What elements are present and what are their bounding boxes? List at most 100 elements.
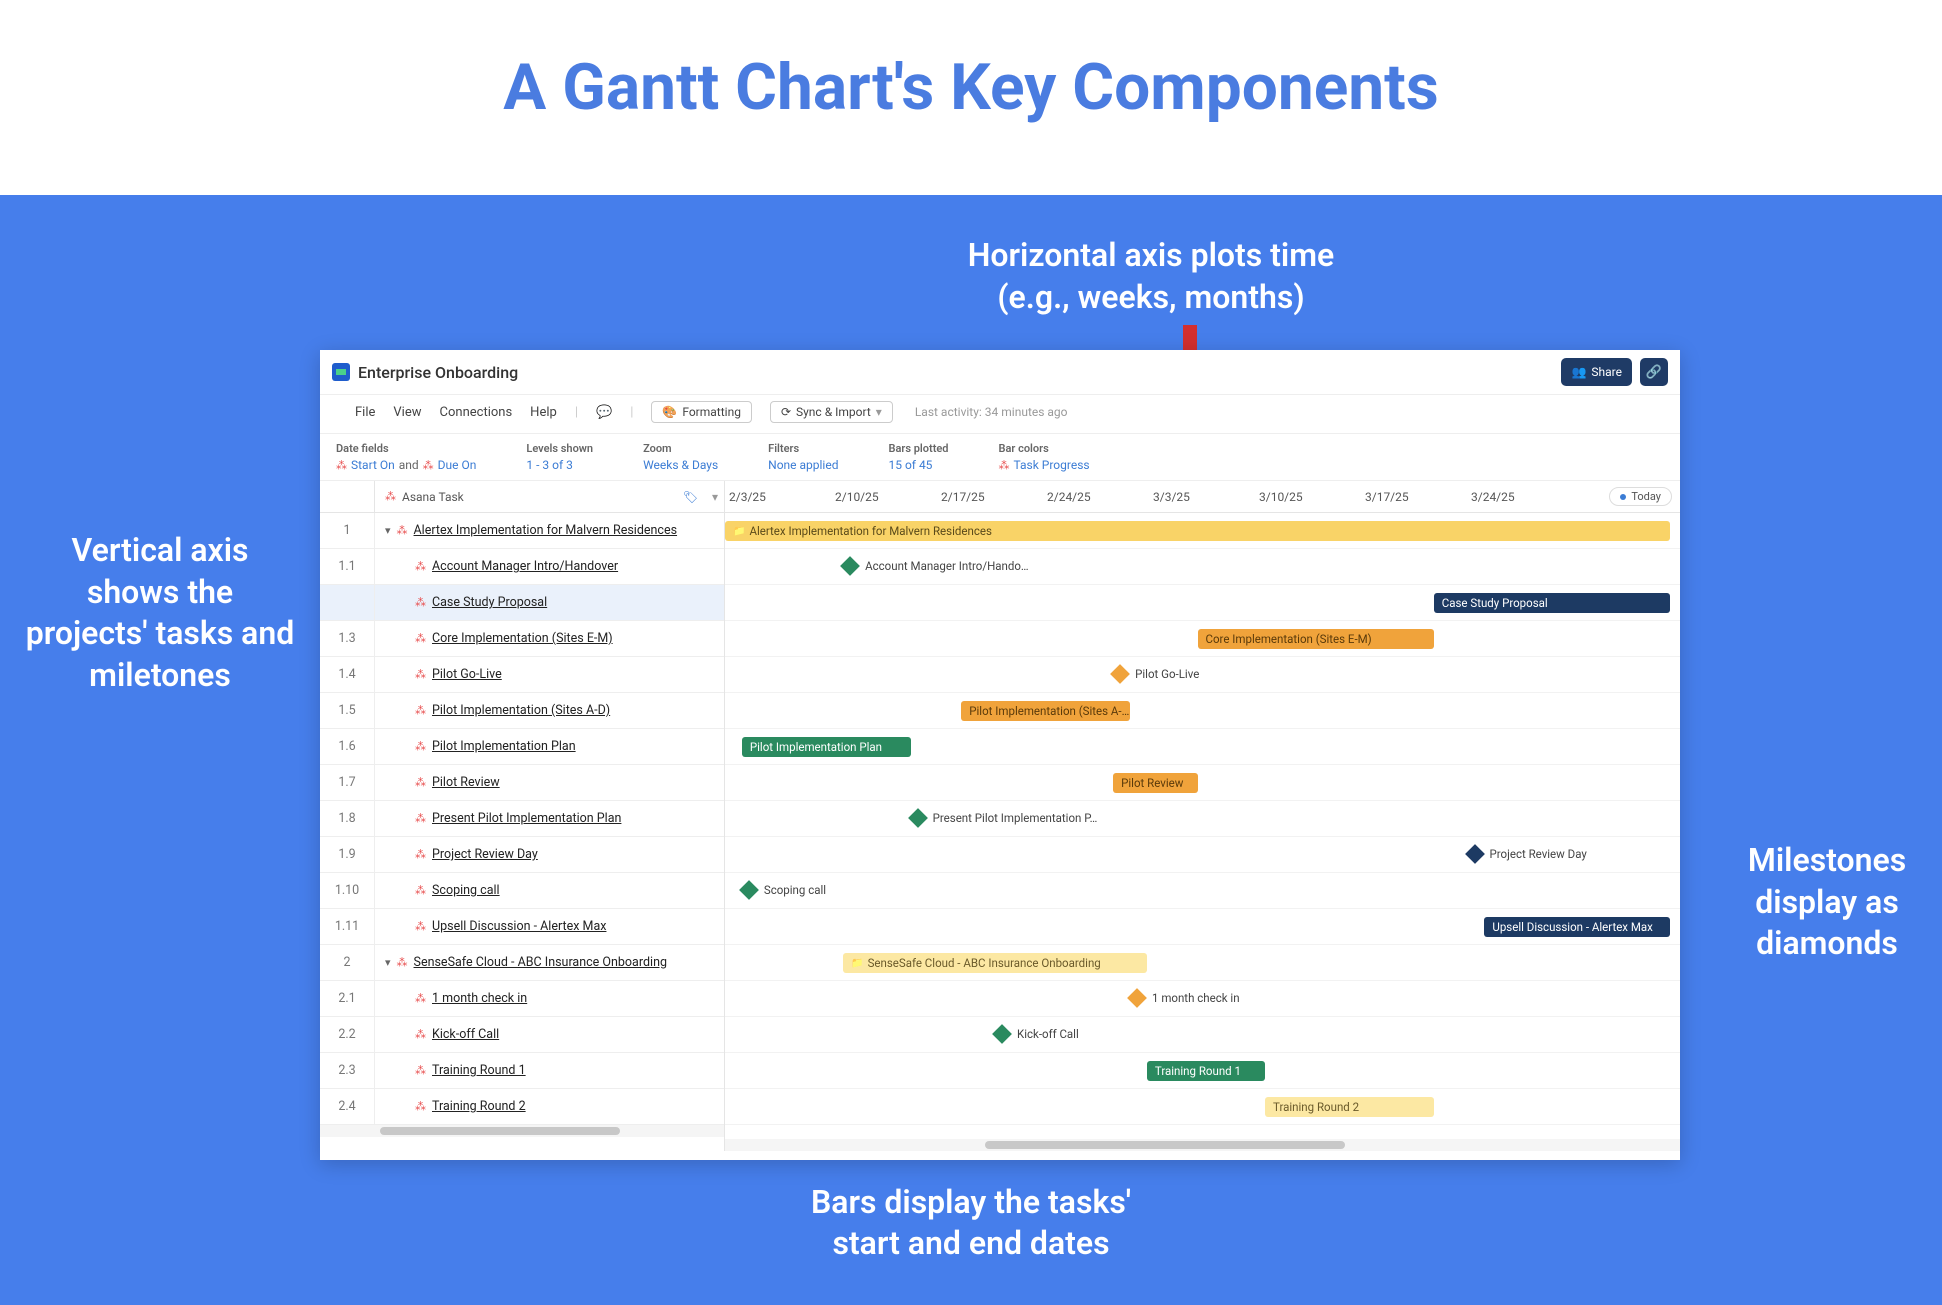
date-tick: 3/10/25 — [1255, 490, 1361, 504]
milestone-label: Project Review Day — [1490, 847, 1587, 861]
horizontal-scrollbar[interactable] — [725, 1139, 1680, 1151]
caret-icon[interactable]: ▾ — [385, 524, 391, 537]
task-list-header: ⁂ Asana Task 🏷 ▾ — [320, 481, 724, 513]
task-link[interactable]: SenseSafe Cloud - ABC Insurance Onboardi… — [414, 955, 667, 970]
task-link[interactable]: Pilot Review — [432, 775, 500, 790]
task-list-pane: ⁂ Asana Task 🏷 ▾ 1▾⁂Alertex Implementati… — [320, 481, 725, 1151]
filter-bar-colors[interactable]: Bar colors ⁂Task Progress — [999, 442, 1090, 472]
task-row[interactable]: 2.3⁂Training Round 1 — [320, 1053, 724, 1089]
menu-view[interactable]: View — [393, 405, 421, 420]
task-link[interactable]: Core Implementation (Sites E-M) — [432, 631, 613, 646]
task-row-number: 2.2 — [320, 1017, 375, 1052]
menu-connections[interactable]: Connections — [440, 405, 513, 420]
app-body: ⁂ Asana Task 🏷 ▾ 1▾⁂Alertex Implementati… — [320, 481, 1680, 1151]
task-link[interactable]: Upsell Discussion - Alertex Max — [432, 919, 606, 934]
gantt-bar[interactable]: Pilot Implementation Plan — [742, 737, 911, 757]
caret-icon[interactable]: ▾ — [385, 956, 391, 969]
last-activity: Last activity: 34 minutes ago — [915, 405, 1068, 419]
task-link[interactable]: Project Review Day — [432, 847, 538, 862]
today-button[interactable]: Today — [1609, 487, 1672, 506]
task-row[interactable]: 2.1⁂1 month check in — [320, 981, 724, 1017]
app-logo-icon — [332, 363, 350, 381]
filter-filters[interactable]: Filters None applied — [768, 442, 838, 472]
gantt-bar[interactable]: Pilot Review — [1113, 773, 1197, 793]
filter-bars-plotted[interactable]: Bars plotted 15 of 45 — [888, 442, 948, 472]
task-row[interactable]: 1.3⁂Core Implementation (Sites E-M) — [320, 621, 724, 657]
task-row[interactable]: 1.7⁂Pilot Review — [320, 765, 724, 801]
task-row[interactable]: 2.2 ⁂ Kick-off Call — [320, 1017, 724, 1053]
horizontal-scrollbar[interactable] — [320, 1125, 724, 1137]
gantt-bar[interactable]: SenseSafe Cloud - ABC Insurance Onboardi… — [843, 953, 1147, 973]
milestone-diamond[interactable] — [992, 1024, 1012, 1044]
gantt-bar[interactable]: Case Study Proposal — [1434, 593, 1670, 613]
task-row-label: ⁂ 1 month check in — [375, 991, 724, 1006]
task-link[interactable]: Pilot Implementation (Sites A-D) — [432, 703, 610, 718]
filter-date-fields[interactable]: Date fields ⁂Start On and ⁂Due On — [336, 442, 476, 472]
task-row[interactable]: 1.9⁂Project Review Day — [320, 837, 724, 873]
tag-icon[interactable]: 🏷 — [683, 490, 698, 504]
formatting-button[interactable]: 🎨 Formatting — [651, 401, 752, 423]
gantt-bar[interactable]: Upsell Discussion - Alertex Max — [1484, 917, 1670, 937]
task-row[interactable]: 1.10⁂Scoping call — [320, 873, 724, 909]
task-row[interactable]: 1.8⁂Present Pilot Implementation Plan — [320, 801, 724, 837]
task-row[interactable]: 1.6⁂Pilot Implementation Plan — [320, 729, 724, 765]
title-band: A Gantt Chart's Key Components — [0, 0, 1942, 195]
filter-zoom[interactable]: Zoom Weeks & Days — [643, 442, 718, 472]
task-row-label: ⁂Pilot Review — [375, 775, 724, 790]
gantt-row: Pilot Implementation Plan — [725, 729, 1680, 765]
gantt-bar[interactable]: Training Round 2 — [1265, 1097, 1434, 1117]
date-tick: 3/17/25 — [1361, 490, 1467, 504]
copy-link-button[interactable]: 🔗 — [1640, 358, 1668, 386]
task-row[interactable]: 1.5⁂Pilot Implementation (Sites A-D) — [320, 693, 724, 729]
task-link[interactable]: Training Round 1 — [432, 1063, 526, 1078]
task-row-number: 1.1 — [320, 549, 375, 584]
task-row[interactable]: 1.11⁂Upsell Discussion - Alertex Max — [320, 909, 724, 945]
gantt-row: Upsell Discussion - Alertex Max — [725, 909, 1680, 945]
chevron-down-icon[interactable]: ▾ — [712, 490, 718, 504]
task-link[interactable]: Account Manager Intro/Handover — [432, 559, 618, 574]
task-link[interactable]: Pilot Go-Live — [432, 667, 502, 682]
task-row-number: 1.5 — [320, 693, 375, 728]
gantt-row: SenseSafe Cloud - ABC Insurance Onboardi… — [725, 945, 1680, 981]
gantt-bar[interactable]: Core Implementation (Sites E-M) — [1198, 629, 1434, 649]
milestone-diamond[interactable] — [1110, 664, 1130, 684]
milestone-diamond[interactable] — [739, 880, 759, 900]
milestone-diamond[interactable] — [1465, 844, 1485, 864]
gantt-bar[interactable]: Pilot Implementation (Sites A-… — [961, 701, 1130, 721]
asana-icon: ⁂ — [415, 992, 426, 1005]
filter-levels[interactable]: Levels shown 1 - 3 of 3 — [526, 442, 593, 472]
menu-file[interactable]: File — [355, 405, 375, 420]
milestone-diamond[interactable] — [1127, 988, 1147, 1008]
task-link[interactable]: Case Study Proposal — [432, 595, 547, 610]
task-row[interactable]: ⁂Case Study Proposal — [320, 585, 724, 621]
task-link[interactable]: Present Pilot Implementation Plan — [432, 811, 621, 826]
task-row[interactable]: 2.4⁂Training Round 2 — [320, 1089, 724, 1125]
task-row[interactable]: 1.4⁂Pilot Go-Live — [320, 657, 724, 693]
palette-icon: 🎨 — [662, 405, 677, 419]
task-link[interactable]: Training Round 2 — [432, 1099, 526, 1114]
task-link[interactable]: Pilot Implementation Plan — [432, 739, 576, 754]
task-list-header-label: Asana Task — [402, 490, 464, 504]
task-row[interactable]: 2▾⁂SenseSafe Cloud - ABC Insurance Onboa… — [320, 945, 724, 981]
sync-import-button[interactable]: ⟳ Sync & Import ▾ — [770, 401, 893, 423]
chevron-down-icon: ▾ — [876, 405, 882, 419]
date-tick: 3/3/25 — [1149, 490, 1255, 504]
task-link[interactable]: Alertex Implementation for Malvern Resid… — [414, 523, 678, 538]
share-button[interactable]: 👥 Share — [1561, 358, 1632, 386]
task-row-label: ▾⁂Alertex Implementation for Malvern Res… — [375, 523, 724, 538]
gantt-row: Training Round 1 — [725, 1053, 1680, 1089]
task-row[interactable]: 1.1⁂Account Manager Intro/Handover — [320, 549, 724, 585]
milestone-diamond[interactable] — [840, 556, 860, 576]
task-link[interactable]: Scoping call — [432, 883, 500, 898]
chat-icon[interactable]: 💬 — [596, 405, 612, 420]
gantt-bar[interactable]: Training Round 1 — [1147, 1061, 1265, 1081]
milestone-diamond[interactable] — [908, 808, 928, 828]
task-link[interactable]: Kick-off Call — [432, 1027, 499, 1042]
asana-icon: ⁂ — [415, 1028, 426, 1041]
gantt-bar[interactable]: Alertex Implementation for Malvern Resid… — [725, 521, 1670, 541]
task-row[interactable]: 1▾⁂Alertex Implementation for Malvern Re… — [320, 513, 724, 549]
divider: | — [630, 405, 633, 420]
menu-help[interactable]: Help — [530, 405, 557, 420]
task-row-number: 2.4 — [320, 1089, 375, 1124]
task-link[interactable]: 1 month check in — [432, 991, 527, 1006]
